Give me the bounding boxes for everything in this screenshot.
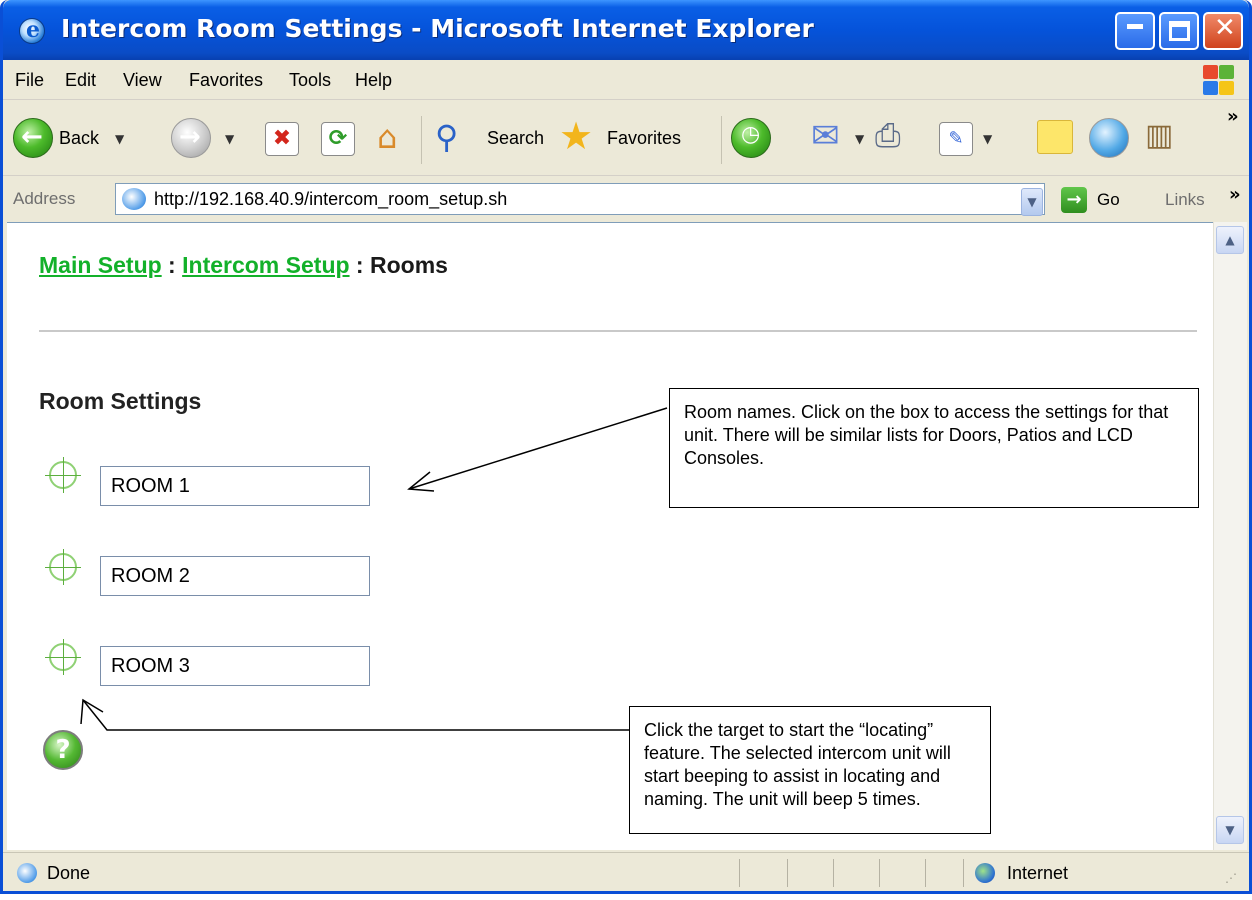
arrow-to-room-box bbox=[408, 407, 668, 490]
status-divider bbox=[963, 859, 964, 887]
page-status-icon bbox=[17, 863, 37, 883]
browser-window: Intercom Room Settings - Microsoft Inter… bbox=[0, 0, 1252, 894]
status-text: Done bbox=[47, 863, 91, 883]
arrow-to-locate-target bbox=[82, 699, 629, 731]
status-divider bbox=[739, 859, 740, 887]
security-zone: Internet bbox=[1007, 863, 1069, 883]
status-bar: Done Internet ⋰ bbox=[3, 852, 1249, 891]
status-divider bbox=[833, 859, 834, 887]
status-divider bbox=[787, 859, 788, 887]
internet-zone-icon bbox=[975, 863, 995, 883]
status-divider bbox=[925, 859, 926, 887]
status-divider bbox=[879, 859, 880, 887]
annotation-arrows bbox=[80, 407, 668, 731]
resize-grip-icon[interactable]: ⋰ bbox=[1225, 871, 1237, 885]
